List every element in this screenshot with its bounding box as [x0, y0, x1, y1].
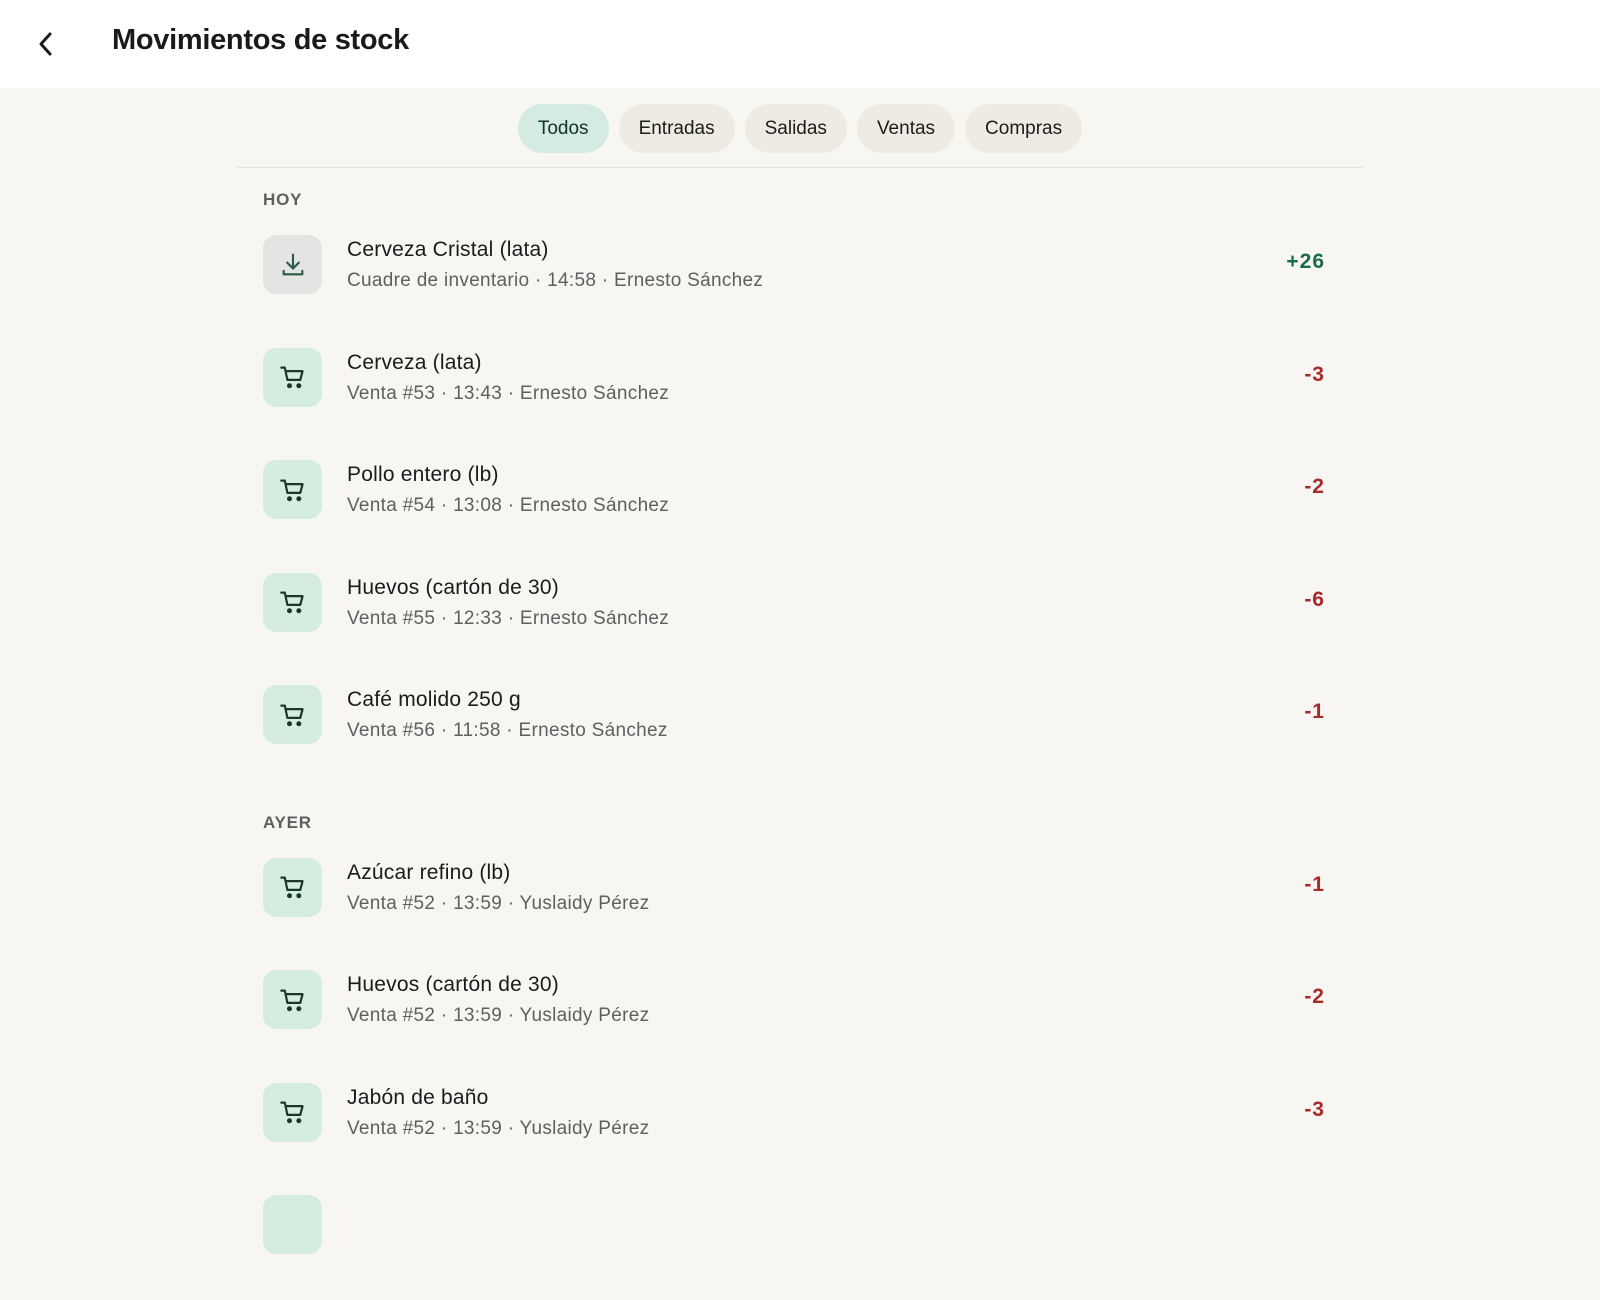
product-name: Cerveza Cristal (lata)	[347, 238, 549, 261]
cart-icon	[279, 591, 304, 614]
movement-meta: Venta #52 · 13:59 · Yuslaidy Pérez	[347, 1005, 650, 1026]
product-name: Cerveza (lata)	[347, 350, 482, 374]
quantity-change: -1	[1304, 700, 1325, 723]
app-bar: Movimientos de stock	[0, 0, 1600, 88]
movement-meta: Venta #54 · 13:08 · Ernesto Sánchez	[347, 495, 670, 516]
section-header-hoy: HOY	[263, 190, 303, 209]
movement-row[interactable]: Huevos (cartón de 30) Venta #55 · 12:33 …	[237, 565, 1363, 678]
movement-type-badge	[263, 1195, 322, 1254]
quantity-change: +26	[1286, 250, 1325, 273]
filter-chip-salidas[interactable]: Salidas	[744, 104, 847, 153]
cart-icon	[279, 989, 304, 1011]
movement-row[interactable]: Cerveza Cristal (lata) Cuadre de inventa…	[237, 227, 1363, 340]
quantity-change: -3	[1304, 362, 1325, 386]
cart-icon	[279, 1101, 304, 1124]
product-name: Pollo entero (lb)	[347, 463, 499, 486]
movement-meta: Venta #53 · 13:43 · Ernesto Sánchez	[347, 382, 670, 404]
quantity-change: -2	[1304, 475, 1325, 498]
chevron-left-icon	[39, 32, 52, 56]
movement-row[interactable]: Jabón de baño Venta #52 · 13:59 · Yuslai…	[237, 1075, 1363, 1188]
cart-icon	[279, 876, 304, 899]
cart-icon	[279, 479, 304, 501]
movement-row[interactable]	[237, 1187, 1363, 1300]
product-name: Azúcar refino (lb)	[347, 860, 511, 884]
quantity-change: -6	[1304, 587, 1325, 611]
movement-meta: Venta #52 · 13:59 · Yuslaidy Pérez	[347, 892, 650, 914]
movement-row[interactable]: Azúcar refino (lb) Venta #52 · 13:59 · Y…	[237, 850, 1363, 963]
movement-row[interactable]: Cerveza (lata) Venta #53 · 13:43 · Ernes…	[237, 340, 1363, 453]
movement-type-badge	[263, 460, 322, 519]
movement-row[interactable]: Huevos (cartón de 30) Venta #52 · 13:59 …	[237, 962, 1363, 1075]
movement-type-badge	[263, 1082, 322, 1142]
product-name: Café molido 250 g	[347, 688, 521, 711]
movement-type-badge	[263, 685, 322, 744]
section-header-ayer: AYER	[263, 812, 312, 832]
filter-chip-entradas[interactable]: Entradas	[618, 104, 735, 153]
quantity-change: -2	[1304, 985, 1325, 1008]
product-name: Huevos (cartón de 30)	[347, 575, 559, 599]
movement-meta: Venta #56 · 11:58 · Ernesto Sánchez	[347, 720, 668, 741]
page-title: Movimientos de stock	[112, 24, 409, 56]
movement-type-badge	[263, 970, 322, 1029]
movement-row[interactable]: Pollo entero (lb) Venta #54 · 13:08 · Er…	[237, 452, 1363, 565]
back-button[interactable]	[26, 22, 66, 66]
product-name: Jabón de baño	[347, 1085, 489, 1109]
filter-chip-ventas[interactable]: Ventas	[856, 104, 956, 153]
movement-type-badge	[263, 572, 322, 632]
filter-chip-compras[interactable]: Compras	[965, 104, 1083, 153]
download-icon	[282, 252, 303, 275]
movement-type-badge	[263, 857, 322, 917]
movement-row[interactable]: Café molido 250 g Venta #56 · 11:58 · Er…	[237, 677, 1363, 790]
quantity-change: -3	[1304, 1097, 1325, 1121]
movement-type-badge	[263, 235, 322, 294]
filter-bar: Todos Entradas Salidas Ventas Compras	[237, 88, 1363, 168]
movement-type-badge	[263, 347, 322, 407]
movements-list: Todos Entradas Salidas Ventas Compras HO…	[237, 88, 1363, 1300]
filter-chip-todos[interactable]: Todos	[517, 104, 609, 153]
cart-icon	[279, 704, 304, 726]
cart-icon	[279, 366, 304, 389]
quantity-change: -1	[1304, 872, 1325, 896]
movement-meta: Venta #55 · 12:33 · Ernesto Sánchez	[347, 607, 670, 629]
movement-meta: Venta #52 · 13:59 · Yuslaidy Pérez	[347, 1117, 650, 1139]
product-name: Huevos (cartón de 30)	[347, 973, 559, 996]
movement-meta: Cuadre de inventario · 14:58 · Ernesto S…	[347, 270, 764, 291]
